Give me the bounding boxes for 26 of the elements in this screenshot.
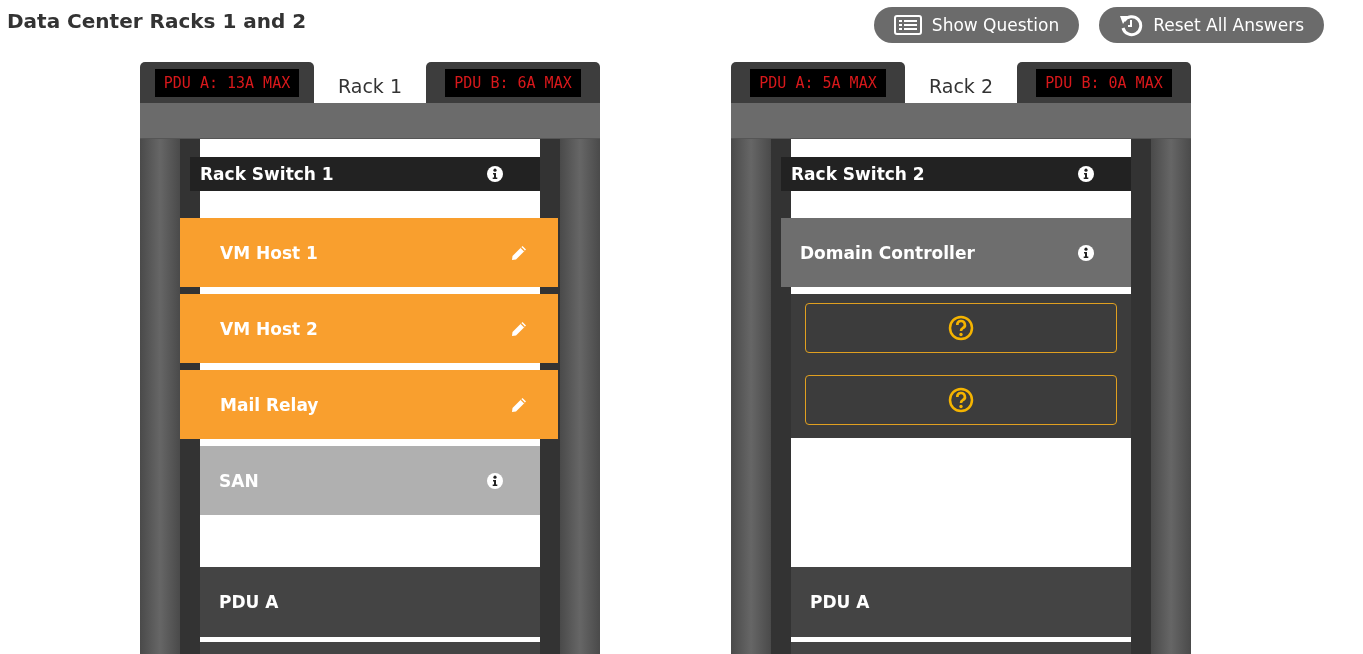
pdu-display: PDU A: 5A MAX	[750, 68, 886, 97]
reset-icon	[1119, 13, 1144, 37]
empty-slot[interactable]	[805, 303, 1117, 353]
page-title: Data Center Racks 1 and 2	[7, 8, 307, 35]
device-label: Mail Relay	[220, 394, 319, 415]
list-icon	[893, 15, 922, 35]
device-label: Rack Switch 2	[791, 164, 925, 184]
info-icon[interactable]	[1078, 166, 1094, 182]
device-label: VM Host 2	[220, 318, 318, 339]
pdu-display: PDU B: 0A MAX	[1036, 68, 1172, 97]
device-label: SAN	[219, 470, 259, 491]
info-icon[interactable]	[1078, 244, 1094, 261]
info-icon[interactable]	[487, 472, 503, 489]
device-label: Rack Switch 1	[200, 164, 334, 184]
device-label: VM Host 1	[220, 242, 318, 263]
pdu-display: PDU B: 6A MAX	[445, 68, 581, 97]
toolbar-button[interactable]: Reset All Answers	[1099, 7, 1324, 43]
empty-slot[interactable]	[805, 375, 1117, 425]
device-label: PDU A	[810, 592, 870, 612]
device-label: Domain Controller	[800, 242, 975, 263]
question-icon[interactable]	[948, 315, 974, 341]
device-label: PDU A	[219, 592, 279, 612]
info-icon[interactable]	[487, 166, 503, 182]
pdu-display: PDU A: 13A MAX	[154, 68, 300, 97]
toolbar-button[interactable]: Show Question	[873, 7, 1080, 43]
question-icon[interactable]	[948, 387, 974, 413]
